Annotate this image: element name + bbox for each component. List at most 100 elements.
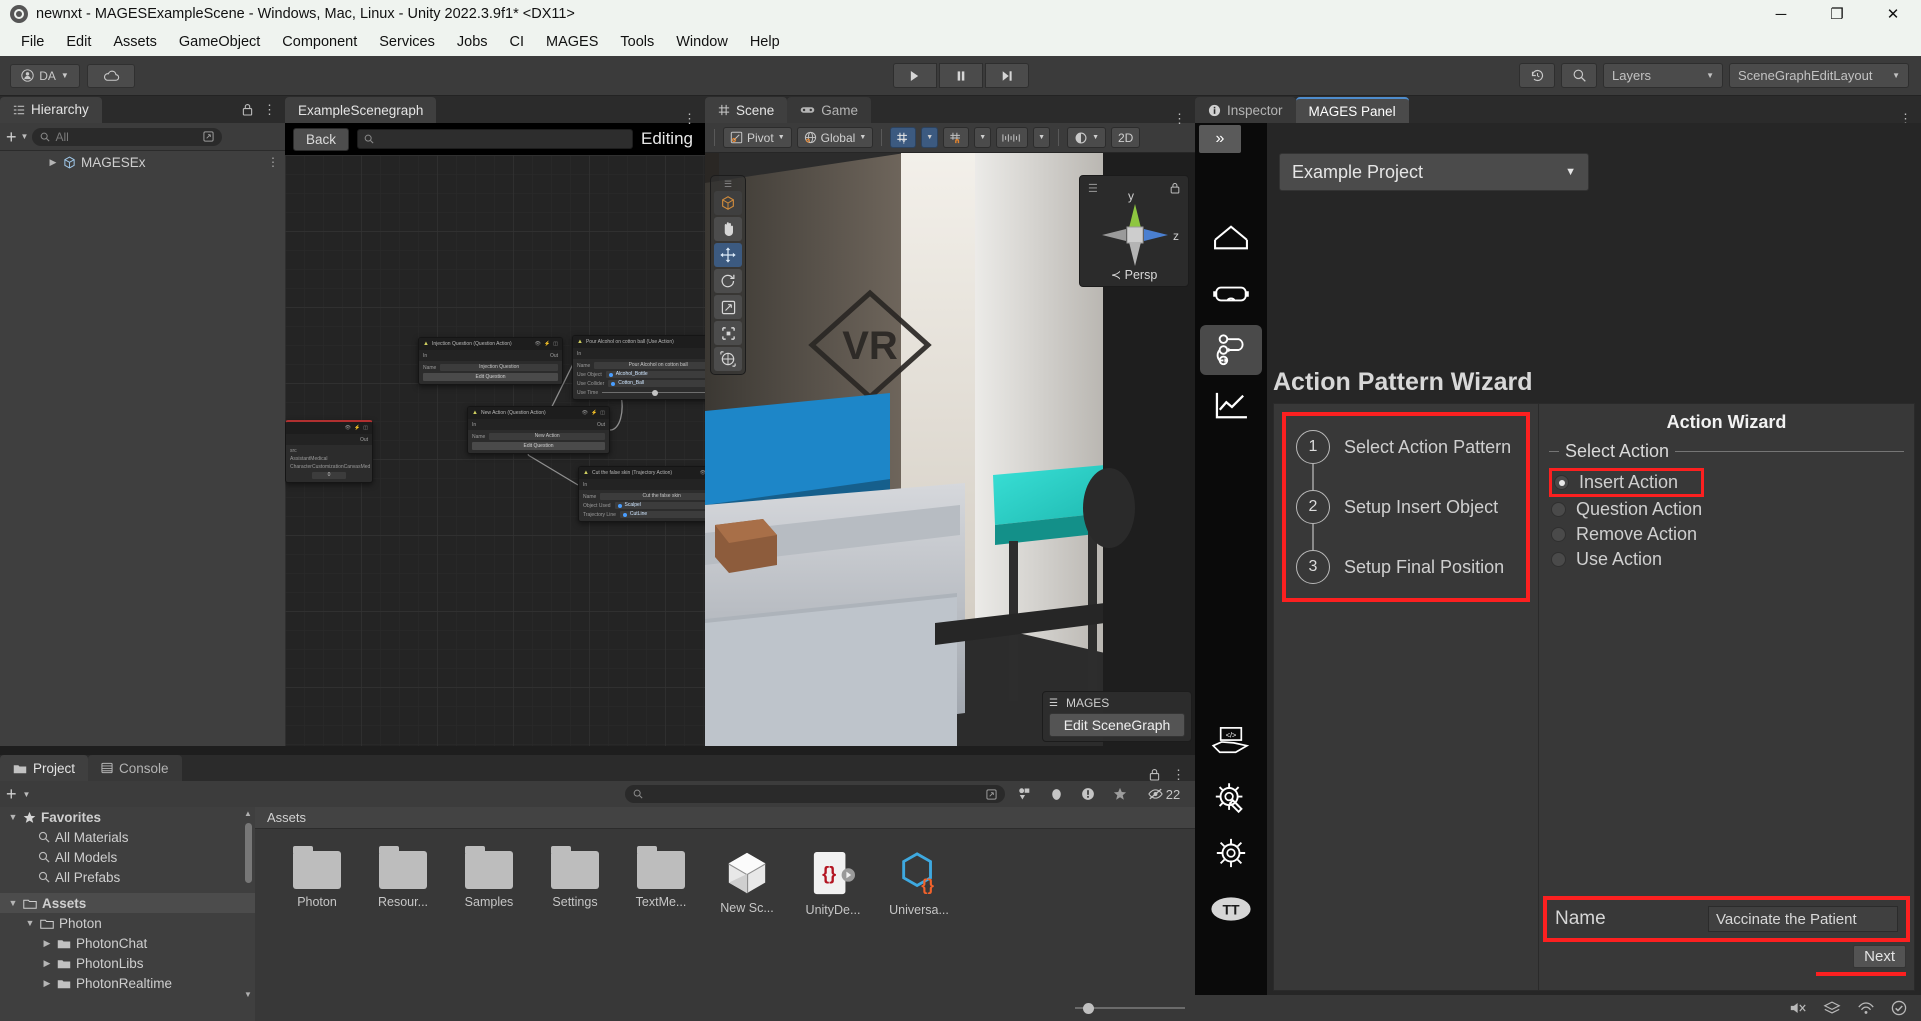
analytics-chart-icon[interactable] [1200,381,1262,431]
grid-size-dropdown[interactable]: ▼ [1033,127,1051,148]
node-object-field[interactable]: Scalpel [614,502,705,509]
scale-tool-button[interactable] [714,295,742,319]
scene-viewport[interactable]: VR ☰ ☰ y z ≺ Persp ☰ MAGES Edit SceneGra… [705,153,1195,746]
chevron-down-icon[interactable]: ▼ [23,790,31,799]
node-in-port[interactable]: In [423,353,427,359]
layout-dropdown[interactable]: SceneGraphEditLayout ▼ [1729,63,1909,88]
asset-item[interactable]: {} Universa... [887,851,951,917]
warning-icon[interactable] [1075,784,1101,804]
menu-assets[interactable]: Assets [102,32,168,52]
asset-item[interactable]: Settings [543,846,607,917]
menu-file[interactable]: File [10,32,55,52]
move-tool-button[interactable] [714,243,742,267]
project-tree-scrollbar[interactable]: ▲ ▼ [243,809,253,999]
chevron-down-icon[interactable]: ▼ [25,918,35,928]
asset-zoom-slider[interactable] [1075,1001,1185,1015]
menu-ci[interactable]: CI [499,32,536,52]
asset-item[interactable]: New Sc... [715,851,779,917]
node-out-port[interactable]: Out [597,422,605,428]
add-gameobject-button[interactable]: + [6,128,17,146]
filter-by-type-icon[interactable] [1011,784,1037,804]
hierarchy-search-input[interactable]: All [32,127,223,146]
step-button[interactable] [984,63,1029,88]
favorites-star-icon[interactable] [1107,784,1133,804]
node-field-value[interactable]: Pour Alcohol on cotton ball [594,362,705,369]
wizard-step-3[interactable]: 3 Setup Final Position [1296,550,1516,584]
asset-item[interactable]: Photon [285,846,349,917]
node-field-value[interactable]: New Action [489,433,605,440]
pivot-dropdown[interactable]: Pivot ▼ [723,127,792,148]
project-search-input[interactable] [625,785,1005,803]
view-tool-button[interactable] [714,191,742,215]
scenegraph-search-input[interactable] [357,129,634,149]
chevron-down-icon[interactable]: ▼ [8,812,18,822]
scenegraph-node[interactable]: 👁 ⚡ ◫ Out src AssistantMedical Character… [285,420,373,483]
cloud-button[interactable] [87,63,135,88]
kebab-menu-icon[interactable]: ⋮ [1899,112,1921,125]
breadcrumb[interactable]: Assets [255,807,1195,829]
gear-wrench-icon[interactable] [1200,772,1262,822]
network-icon[interactable] [1857,1001,1875,1015]
transform-tool-button[interactable] [714,347,742,371]
node-out-port[interactable]: Out [360,437,368,443]
project-tree[interactable]: ▼ Favorites All Materials All Models All… [0,807,255,1021]
surface-snap-toggle[interactable] [943,127,970,148]
node-out-port[interactable]: Out [550,353,558,359]
tab-inspector[interactable]: Inspector [1195,97,1296,123]
home-icon[interactable] [1200,213,1262,263]
scenegraph-node[interactable]: ▲ New Action (Question Action) 👁 ⚡ ◫ In … [467,406,610,454]
code-hand-icon[interactable]: </> [1200,716,1262,766]
grid-size-control[interactable] [996,127,1029,148]
close-button[interactable]: ✕ [1865,0,1921,28]
kebab-menu-icon[interactable]: ⋮ [1173,112,1195,125]
play-button[interactable] [892,63,937,88]
create-asset-button[interactable]: + [6,785,17,803]
scenegraph-node[interactable]: ▲ Injection Question (Question Action) 👁… [418,337,563,385]
wizard-step-2[interactable]: 2 Setup Insert Object [1296,490,1516,524]
menu-mages[interactable]: MAGES [535,32,609,52]
node-in-port[interactable]: In [472,422,476,428]
surface-snap-dropdown[interactable]: ▼ [974,127,992,148]
lock-icon[interactable] [242,103,253,116]
node-object-field[interactable]: CutLine [619,511,705,518]
tab-mages-panel[interactable]: MAGES Panel [1295,97,1409,123]
tab-hierarchy[interactable]: Hierarchy [0,96,102,123]
history-icon[interactable] [1519,63,1555,88]
kebab-menu-icon[interactable]: ⋮ [683,112,705,125]
toggle-2d-button[interactable]: 2D [1111,127,1141,148]
project-selector-dropdown[interactable]: Example Project ▼ [1279,153,1589,191]
grid-snap-toggle[interactable]: Y [890,127,917,148]
search-expand-icon[interactable] [986,788,997,800]
node-object-field[interactable]: Cotton_Ball [608,380,705,387]
lock-icon[interactable] [1149,768,1160,781]
scene-lighting-dropdown[interactable]: ▼ [1067,127,1106,148]
tree-row-photonrealtime[interactable]: ▶ PhotonRealtime [0,973,255,993]
hand-tool-button[interactable] [714,217,742,241]
tree-row-assets[interactable]: ▼ Assets [0,893,255,913]
chevron-right-icon[interactable]: ▶ [42,958,52,969]
maximize-button[interactable]: ❐ [1809,0,1865,28]
tab-project[interactable]: Project [0,755,89,781]
node-in-port[interactable]: In [577,351,581,357]
chevron-right-icon[interactable]: ▶ [42,978,52,989]
scene-orientation-gizmo[interactable]: ☰ y z ≺ Persp [1079,175,1189,287]
chevron-down-icon[interactable]: ▼ [8,898,18,908]
radio-insert-action[interactable]: Insert Action [1549,468,1704,497]
gizmo-projection-label[interactable]: ≺ Persp [1080,267,1188,282]
tree-row-all-models[interactable]: All Models [0,847,255,867]
overlay-grip-icon[interactable]: ☰ [1049,698,1058,709]
palette-grip[interactable]: ☰ [714,179,742,189]
tree-row-all-prefabs[interactable]: All Prefabs [0,867,255,887]
node-field-value[interactable]: Injection Question [440,364,558,371]
chevron-down-icon[interactable]: ▼ [21,132,29,141]
mute-icon[interactable] [1789,1001,1807,1015]
asset-item[interactable]: Samples [457,846,521,917]
node-action-button[interactable]: Edit Question [423,373,558,381]
scenegraph-canvas[interactable]: ▲ Injection Question (Question Action) 👁… [285,155,705,746]
check-circle-icon[interactable] [1891,1000,1907,1016]
scenegraph-node[interactable]: ▲ Cut the false skin (Trajectory Action)… [578,466,705,522]
menu-help[interactable]: Help [739,32,791,52]
asset-item[interactable]: {} UnityDe... [801,851,865,917]
menu-tools[interactable]: Tools [609,32,665,52]
chevron-right-icon[interactable]: ▶ [48,157,58,168]
